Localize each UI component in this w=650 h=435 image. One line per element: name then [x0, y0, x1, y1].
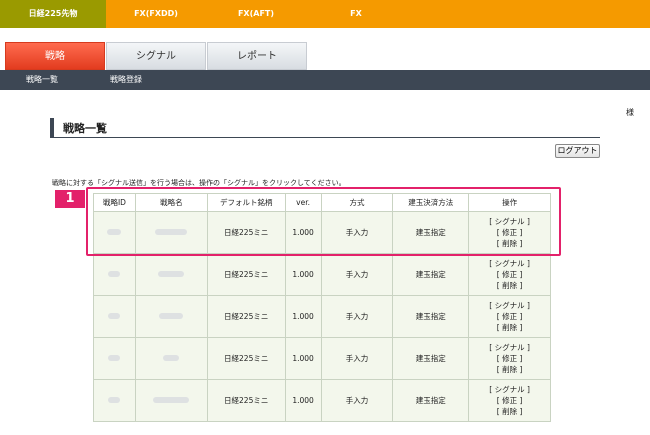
tab-report[interactable]: レポート	[207, 42, 307, 70]
cell-version: 1.000	[284, 295, 322, 338]
step-number-badge: 1	[55, 190, 85, 208]
cell-operations: [ シグナル ] [ 修正 ] [ 削除 ]	[468, 295, 551, 338]
cell-strategy-id	[93, 337, 136, 380]
cell-symbol: 日経225ミニ	[206, 253, 286, 296]
delete-link[interactable]: [ 削除 ]	[469, 364, 550, 375]
cell-settlement: 建玉指定	[392, 253, 470, 296]
cell-method: 手入力	[320, 379, 394, 422]
edit-link[interactable]: [ 修正 ]	[469, 311, 550, 322]
cell-settlement: 建玉指定	[392, 337, 470, 380]
product-tab-fx-aft[interactable]: FX(AFT)	[206, 0, 306, 28]
cell-strategy-name	[134, 337, 208, 380]
cell-settlement: 建玉指定	[392, 295, 470, 338]
cell-strategy-id	[93, 379, 136, 422]
cell-version: 1.000	[284, 379, 322, 422]
product-nav: 日経225先物 FX(FXDD) FX(AFT) FX	[0, 0, 650, 28]
cell-strategy-name	[134, 253, 208, 296]
highlight-box	[86, 187, 561, 256]
delete-link[interactable]: [ 削除 ]	[469, 280, 550, 291]
tab-strategy[interactable]: 戦略	[5, 42, 105, 70]
cell-strategy-id	[93, 295, 136, 338]
table-row: 日経225ミニ 1.000 手入力 建玉指定 [ シグナル ] [ 修正 ] […	[93, 337, 551, 380]
cell-symbol: 日経225ミニ	[206, 295, 286, 338]
cell-strategy-name	[134, 295, 208, 338]
heading-accent-bar	[50, 118, 54, 137]
section-heading: 戦略一覧	[50, 118, 600, 138]
cell-method: 手入力	[320, 337, 394, 380]
table-row: 日経225ミニ 1.000 手入力 建玉指定 [ シグナル ] [ 修正 ] […	[93, 295, 551, 338]
edit-link[interactable]: [ 修正 ]	[469, 353, 550, 364]
edit-link[interactable]: [ 修正 ]	[469, 395, 550, 406]
user-name-suffix: 様	[626, 108, 634, 117]
cell-method: 手入力	[320, 295, 394, 338]
cell-symbol: 日経225ミニ	[206, 379, 286, 422]
sub-nav: 戦略一覧 戦略登録	[0, 70, 650, 90]
tab-signal[interactable]: シグナル	[106, 42, 206, 70]
cell-operations: [ シグナル ] [ 修正 ] [ 削除 ]	[468, 337, 551, 380]
cell-symbol: 日経225ミニ	[206, 337, 286, 380]
signal-link[interactable]: [ シグナル ]	[469, 384, 550, 395]
product-tab-fx[interactable]: FX	[306, 0, 406, 28]
product-tab-nikkei225[interactable]: 日経225先物	[0, 0, 106, 28]
delete-link[interactable]: [ 削除 ]	[469, 322, 550, 333]
signal-link[interactable]: [ シグナル ]	[469, 258, 550, 269]
table-row: 日経225ミニ 1.000 手入力 建玉指定 [ シグナル ] [ 修正 ] […	[93, 253, 551, 296]
logout-button[interactable]: ログアウト	[555, 144, 600, 158]
cell-method: 手入力	[320, 253, 394, 296]
cell-version: 1.000	[284, 337, 322, 380]
signal-link[interactable]: [ シグナル ]	[469, 342, 550, 353]
delete-link[interactable]: [ 削除 ]	[469, 406, 550, 417]
signal-link[interactable]: [ シグナル ]	[469, 300, 550, 311]
cell-settlement: 建玉指定	[392, 379, 470, 422]
cell-strategy-name	[134, 379, 208, 422]
cell-version: 1.000	[284, 253, 322, 296]
product-tab-fx-fxdd[interactable]: FX(FXDD)	[106, 0, 206, 28]
table-row: 日経225ミニ 1.000 手入力 建玉指定 [ シグナル ] [ 修正 ] […	[93, 379, 551, 422]
cell-strategy-id	[93, 253, 136, 296]
subnav-strategy-list[interactable]: 戦略一覧	[26, 70, 58, 90]
subnav-strategy-register[interactable]: 戦略登録	[110, 70, 142, 90]
cell-operations: [ シグナル ] [ 修正 ] [ 削除 ]	[468, 379, 551, 422]
edit-link[interactable]: [ 修正 ]	[469, 269, 550, 280]
page-title: 戦略一覧	[63, 122, 107, 135]
cell-operations: [ シグナル ] [ 修正 ] [ 削除 ]	[468, 253, 551, 296]
